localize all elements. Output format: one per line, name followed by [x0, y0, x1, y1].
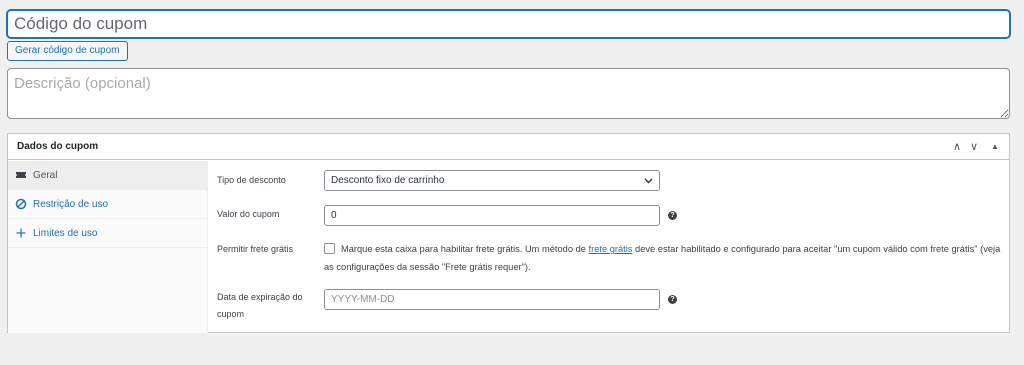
block-icon: [15, 198, 27, 210]
tab-usage-restriction-label: Restrição de uso: [33, 199, 109, 210]
help-icon[interactable]: ?: [668, 211, 677, 220]
move-up-icon[interactable]: ∧: [948, 138, 966, 156]
tab-usage-limits-label: Limites de uso: [33, 228, 98, 239]
discount-type-select[interactable]: Desconto fixo de carrinho: [324, 170, 660, 191]
toggle-panel-icon[interactable]: ▲: [986, 138, 1004, 156]
coupon-amount-input[interactable]: [324, 205, 660, 226]
free-shipping-label: Permitir frete grátis: [217, 244, 294, 254]
help-icon[interactable]: ?: [668, 295, 677, 304]
coupon-code-input[interactable]: [7, 10, 1010, 38]
tab-general-label: Geral: [33, 170, 58, 181]
discount-type-label: Tipo de desconto: [217, 175, 286, 185]
general-fields: Tipo de desconto Desconto fixo de carrin…: [208, 161, 1009, 333]
free-shipping-link[interactable]: frete grátis: [589, 244, 633, 254]
coupon-data-panel: Dados do cupom ∧ ∨ ▲ Geral Restrição de …: [7, 133, 1010, 333]
ticket-icon: [15, 169, 27, 181]
description-textarea[interactable]: [7, 68, 1010, 119]
move-down-icon[interactable]: ∨: [965, 138, 983, 156]
plus-icon: [15, 227, 27, 239]
expiry-date-label: Data de expiração do cupom: [217, 292, 303, 319]
free-shipping-description: Marque esta caixa para habilitar frete g…: [324, 244, 1001, 272]
discount-type-value: Desconto fixo de carrinho: [331, 175, 445, 186]
tab-general[interactable]: Geral: [8, 161, 207, 190]
tab-usage-restriction[interactable]: Restrição de uso: [8, 190, 207, 219]
panel-header: Dados do cupom ∧ ∨ ▲: [8, 134, 1009, 160]
expiry-date-input[interactable]: [324, 289, 660, 310]
tab-usage-limits[interactable]: Limites de uso: [8, 219, 207, 248]
amount-label: Valor do cupom: [217, 209, 280, 219]
coupon-data-tabs: Geral Restrição de uso Limites de uso: [8, 161, 208, 333]
chevron-down-icon: [644, 171, 653, 197]
generate-coupon-code-button[interactable]: Gerar código de cupom: [7, 41, 128, 61]
panel-title: Dados do cupom: [17, 141, 99, 152]
